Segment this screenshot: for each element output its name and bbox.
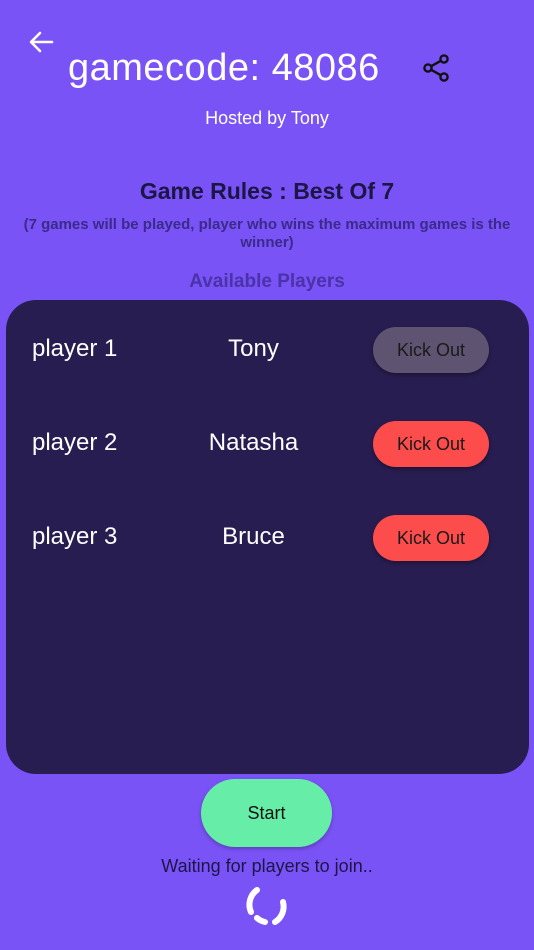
player-row: player 3 Bruce Kick Out [6,514,529,562]
players-panel: player 1 Tony Kick Out player 2 Natasha … [6,300,529,774]
game-code-title: gamecode: 48086 [68,47,380,89]
player-name: Tony [228,335,279,362]
header: gamecode: 48086 [0,44,534,94]
kick-out-button[interactable]: Kick Out [373,327,489,373]
kick-out-button[interactable]: Kick Out [373,515,489,561]
player-slot-label: player 1 [32,335,118,362]
share-button[interactable] [420,52,452,84]
kick-out-button[interactable]: Kick Out [373,421,489,467]
player-row: player 1 Tony Kick Out [6,326,529,374]
share-icon [423,54,449,82]
rules-description: (7 games will be played, player who wins… [23,216,511,251]
player-row: player 2 Natasha Kick Out [6,420,529,468]
waiting-status: Waiting for players to join.. [161,856,373,876]
rules-title: Game Rules : Best Of 7 [139,178,395,204]
loading-spinner-icon [243,882,291,930]
available-players-heading: Available Players [189,271,345,292]
player-slot-label: player 2 [32,429,118,456]
hosted-by-label: Hosted by Tony [205,108,329,128]
start-button[interactable]: Start [201,779,332,847]
player-name: Bruce [222,523,285,550]
player-name: Natasha [208,429,299,456]
player-slot-label: player 3 [32,523,118,550]
